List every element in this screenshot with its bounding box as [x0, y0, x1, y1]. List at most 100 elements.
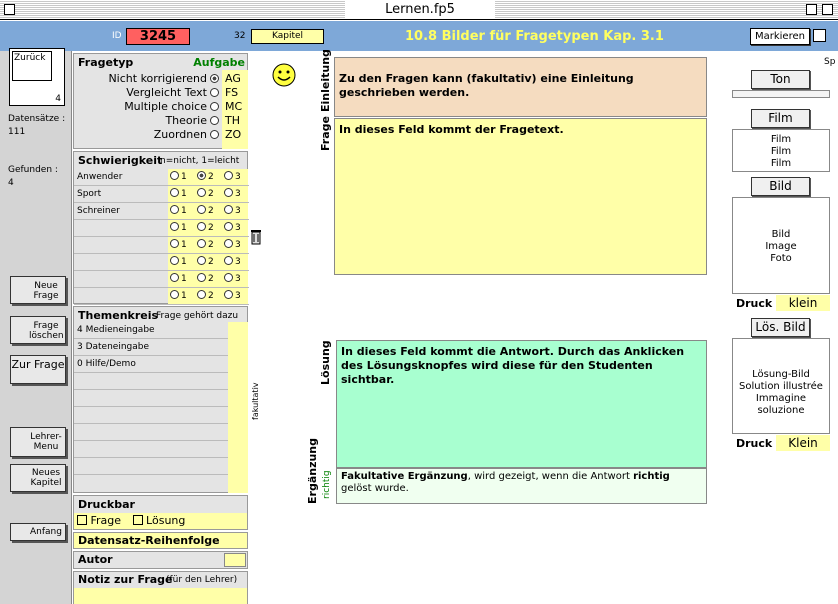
- size-field-1[interactable]: klein: [776, 295, 830, 311]
- difficulty-radio[interactable]: [224, 273, 233, 282]
- markieren-button[interactable]: Markieren: [750, 28, 810, 45]
- solution-picture-field[interactable]: Lösung-Bild Solution illustrée Immagine so…: [732, 338, 830, 434]
- difficulty-option[interactable]: 3: [224, 288, 241, 305]
- question-type-radio[interactable]: [210, 102, 219, 111]
- delete-question-button[interactable]: Frage löschen: [10, 316, 66, 344]
- topic-row[interactable]: [74, 390, 228, 407]
- topic-row[interactable]: [74, 407, 228, 424]
- solution-picture-button[interactable]: Lös. Bild: [751, 318, 810, 337]
- record-order-panel[interactable]: Datensatz-Reihenfolge: [73, 532, 248, 549]
- difficulty-radio[interactable]: [170, 273, 179, 282]
- difficulty-radio[interactable]: [170, 290, 179, 299]
- question-type-radio[interactable]: [210, 88, 219, 97]
- difficulty-radio[interactable]: [224, 171, 233, 180]
- difficulty-option[interactable]: 3: [224, 169, 241, 186]
- teacher-menu-button[interactable]: Lehrer-Menu: [10, 427, 66, 457]
- question-type-row[interactable]: Nicht korrigierend AG: [74, 72, 249, 86]
- difficulty-radio[interactable]: [224, 205, 233, 214]
- question-type-row[interactable]: Zuordnen ZO: [74, 128, 249, 142]
- markieren-checkbox[interactable]: [813, 29, 826, 42]
- goto-question-button[interactable]: Zur Frage: [10, 355, 66, 384]
- difficulty-option[interactable]: 3: [224, 271, 241, 288]
- difficulty-radio[interactable]: [170, 205, 179, 214]
- supplement-field[interactable]: Fakultative Ergänzung, wird gezeigt, wen…: [336, 468, 707, 504]
- start-button[interactable]: Anfang: [10, 523, 66, 541]
- difficulty-option[interactable]: 2: [197, 220, 214, 237]
- sound-button[interactable]: Ton: [751, 70, 810, 89]
- solution-field[interactable]: In dieses Feld kommt die Antwort. Durch …: [336, 340, 707, 468]
- close-box[interactable]: [4, 4, 15, 15]
- topic-row[interactable]: [74, 441, 228, 458]
- question-type-radio[interactable]: [210, 130, 219, 139]
- print-question-checkbox[interactable]: [77, 515, 87, 525]
- question-type-row[interactable]: Theorie TH: [74, 114, 249, 128]
- topic-row[interactable]: [74, 424, 228, 441]
- difficulty-radio[interactable]: [197, 290, 206, 299]
- picture-button[interactable]: Bild: [751, 177, 810, 196]
- difficulty-radio[interactable]: [197, 188, 206, 197]
- note-field[interactable]: [74, 588, 247, 604]
- difficulty-option[interactable]: 1: [170, 169, 187, 186]
- difficulty-radio[interactable]: [224, 256, 233, 265]
- difficulty-option[interactable]: 1: [170, 186, 187, 203]
- topic-row[interactable]: [74, 458, 228, 475]
- trash-icon[interactable]: [250, 229, 262, 245]
- print-solution-checkbox[interactable]: [132, 515, 143, 525]
- new-question-button[interactable]: Neue Frage: [10, 276, 66, 304]
- difficulty-radio[interactable]: [197, 171, 206, 180]
- difficulty-option[interactable]: 2: [197, 186, 214, 203]
- film-button[interactable]: Film: [751, 109, 810, 128]
- picture-field[interactable]: Bild Image Foto: [732, 197, 830, 294]
- intro-field[interactable]: Zu den Fragen kann (fakultativ) eine Ein…: [334, 57, 707, 117]
- difficulty-option[interactable]: 2: [197, 237, 214, 254]
- question-type-row[interactable]: Vergleicht Text FS: [74, 86, 249, 100]
- question-field[interactable]: In dieses Feld kommt der Fragetext.: [334, 118, 707, 275]
- chapter-field[interactable]: Kapitel: [251, 29, 324, 44]
- difficulty-option[interactable]: 3: [224, 186, 241, 203]
- difficulty-radio[interactable]: [170, 222, 179, 231]
- difficulty-radio[interactable]: [224, 188, 233, 197]
- difficulty-option[interactable]: 1: [170, 237, 187, 254]
- difficulty-option[interactable]: 1: [170, 254, 187, 271]
- question-type-radio[interactable]: [210, 74, 219, 83]
- topic-row[interactable]: [74, 373, 228, 390]
- new-chapter-button[interactable]: Neues Kapitel: [10, 464, 66, 492]
- difficulty-option[interactable]: 3: [224, 237, 241, 254]
- difficulty-option[interactable]: 1: [170, 220, 187, 237]
- collapse-box[interactable]: [822, 4, 833, 15]
- difficulty-option[interactable]: 2: [197, 288, 214, 305]
- author-field[interactable]: [224, 553, 246, 567]
- topic-row[interactable]: 0 Hilfe/Demo: [74, 356, 228, 373]
- difficulty-option[interactable]: 1: [170, 203, 187, 220]
- difficulty-radio[interactable]: [197, 273, 206, 282]
- difficulty-option[interactable]: 2: [197, 271, 214, 288]
- question-type-row[interactable]: Multiple choice MC: [74, 100, 249, 114]
- difficulty-option[interactable]: 1: [170, 271, 187, 288]
- difficulty-radio[interactable]: [224, 222, 233, 231]
- difficulty-radio[interactable]: [224, 239, 233, 248]
- difficulty-radio[interactable]: [197, 239, 206, 248]
- film-field[interactable]: Film Film Film: [732, 129, 830, 172]
- topic-row[interactable]: 3 Dateneingabe: [74, 339, 228, 356]
- difficulty-radio[interactable]: [197, 256, 206, 265]
- question-type-radio[interactable]: [210, 116, 219, 125]
- difficulty-option[interactable]: 3: [224, 254, 241, 271]
- difficulty-radio[interactable]: [170, 171, 179, 180]
- topic-row[interactable]: 4 Medieneingabe: [74, 322, 228, 339]
- difficulty-radio[interactable]: [170, 239, 179, 248]
- difficulty-option[interactable]: 2: [197, 169, 214, 186]
- difficulty-radio[interactable]: [197, 222, 206, 231]
- difficulty-option[interactable]: 3: [224, 220, 241, 237]
- difficulty-option[interactable]: 3: [224, 203, 241, 220]
- difficulty-radio[interactable]: [170, 256, 179, 265]
- id-field[interactable]: 3245: [126, 28, 190, 45]
- difficulty-radio[interactable]: [170, 188, 179, 197]
- difficulty-radio[interactable]: [224, 290, 233, 299]
- difficulty-radio[interactable]: [197, 205, 206, 214]
- difficulty-option[interactable]: 2: [197, 203, 214, 220]
- sound-field[interactable]: [732, 90, 830, 98]
- size-field-2[interactable]: Klein: [776, 435, 830, 451]
- difficulty-option[interactable]: 1: [170, 288, 187, 305]
- book-icon[interactable]: Zurück 4: [9, 48, 65, 106]
- zoom-box[interactable]: [806, 4, 817, 15]
